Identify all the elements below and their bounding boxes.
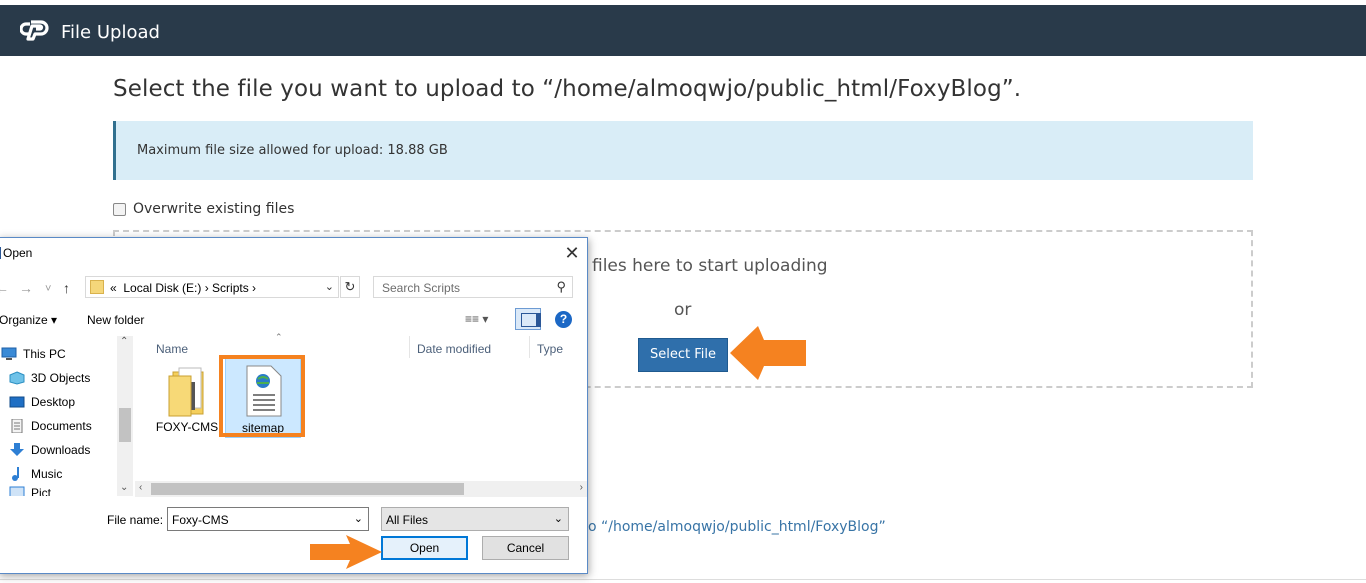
- nav-label: Desktop: [31, 395, 76, 409]
- up-arrow-icon[interactable]: ↑: [63, 279, 70, 297]
- nav-item-downloads[interactable]: Downloads: [9, 440, 90, 460]
- column-header-date[interactable]: Date modified: [417, 342, 491, 356]
- breadcrumb-overflow[interactable]: «: [110, 281, 117, 295]
- overwrite-checkbox[interactable]: [113, 202, 126, 216]
- nav-label: This PC: [23, 347, 66, 361]
- annotation-arrow-icon: [730, 326, 806, 380]
- nav-label: Music: [31, 467, 63, 481]
- open-button[interactable]: Open: [381, 536, 468, 560]
- nav-item-pictures[interactable]: Pict: [9, 486, 51, 496]
- file-type-value: All Files: [386, 513, 429, 527]
- column-header-type[interactable]: Type: [537, 342, 563, 356]
- annotation-arrow-icon: [310, 535, 382, 569]
- nav-label: 3D Objects: [31, 371, 91, 385]
- scroll-down-icon[interactable]: ⌄: [120, 482, 128, 493]
- file-item-foxy-cms[interactable]: FOXY-CMS: [149, 358, 225, 438]
- new-folder-button[interactable]: New folder: [87, 313, 144, 327]
- breadcrumb[interactable]: « Local Disk (E:) › Scripts ›: [110, 281, 256, 295]
- file-type-select[interactable]: All Files ⌄: [381, 507, 569, 531]
- file-name-field[interactable]: Foxy-CMS ⌄: [167, 507, 369, 531]
- upload-headline: Select the file you want to upload to “/…: [113, 76, 1022, 102]
- column-header-name[interactable]: Name: [156, 342, 188, 356]
- picture-icon: [9, 486, 25, 496]
- file-name-value[interactable]: Foxy-CMS: [172, 513, 229, 527]
- sort-caret-icon: ⌃: [275, 332, 283, 342]
- search-input[interactable]: Search Scripts ⚲: [373, 276, 573, 298]
- download-icon: [10, 443, 24, 456]
- search-icon[interactable]: ⚲: [556, 279, 566, 295]
- max-size-alert: Maximum file size allowed for upload: 18…: [113, 121, 1253, 180]
- page-title: File Upload: [61, 22, 160, 43]
- refresh-icon[interactable]: ↻: [340, 276, 360, 298]
- folder-icon: [90, 280, 104, 294]
- file-label: FOXY-CMS: [155, 420, 219, 434]
- nav-item-3d-objects[interactable]: 3D Objects: [9, 368, 90, 388]
- document-icon: [11, 419, 23, 433]
- overwrite-label: Overwrite existing files: [133, 201, 295, 217]
- recent-locations-icon[interactable]: ˅: [45, 280, 51, 298]
- back-link[interactable]: o “/home/almoqwjo/public_html/FoxyBlog”: [588, 519, 886, 535]
- select-file-button[interactable]: Select File: [638, 338, 728, 372]
- overwrite-option[interactable]: Overwrite existing files: [113, 201, 294, 217]
- divider: [0, 579, 1366, 580]
- navigation-pane: This PC 3D Objects Desktop Documents Dow…: [0, 336, 133, 496]
- file-list-scrollbar[interactable]: ‹ ›: [135, 481, 587, 497]
- dialog-title: Open: [3, 246, 33, 260]
- scroll-up-icon[interactable]: ⌃: [120, 336, 128, 347]
- top-header: File Upload: [0, 5, 1366, 56]
- nav-label: Downloads: [31, 443, 91, 457]
- address-bar[interactable]: « Local Disk (E:) › Scripts › ⌄: [85, 276, 339, 298]
- organize-menu[interactable]: Organize ▾: [0, 313, 57, 327]
- search-placeholder: Search Scripts: [382, 281, 461, 295]
- open-file-dialog: Open ✕ ← → ˅ ↑ « Local Disk (E:) › Scrip…: [0, 237, 588, 574]
- folder-icon: [168, 367, 204, 417]
- scroll-left-icon[interactable]: ‹: [139, 482, 142, 493]
- cube-icon: [9, 371, 25, 385]
- column-divider: [409, 336, 410, 358]
- nav-label: Pict: [31, 486, 52, 496]
- nav-item-documents[interactable]: Documents: [9, 416, 92, 436]
- scroll-right-icon[interactable]: ›: [580, 482, 583, 493]
- music-icon: [12, 467, 19, 481]
- cancel-button[interactable]: Cancel: [482, 536, 569, 560]
- breadcrumb-path[interactable]: Local Disk (E:) › Scripts ›: [123, 281, 256, 295]
- nav-item-this-pc[interactable]: This PC: [1, 344, 66, 364]
- drop-text: files here to start uploading: [592, 256, 828, 276]
- nav-label: Documents: [31, 419, 92, 433]
- pc-icon: [1, 347, 17, 360]
- forward-arrow-icon[interactable]: →: [19, 279, 33, 297]
- chevron-down-icon[interactable]: ⌄: [554, 512, 563, 525]
- nav-scrollbar[interactable]: ⌃ ⌄: [117, 336, 133, 496]
- desktop-icon: [9, 396, 25, 408]
- close-icon[interactable]: ✕: [561, 242, 583, 264]
- scrollbar-thumb[interactable]: [119, 408, 131, 442]
- nav-item-music[interactable]: Music: [9, 464, 62, 484]
- file-name-label: File name:: [107, 513, 164, 527]
- cpanel-logo-icon: [20, 20, 49, 41]
- max-size-text: Maximum file size allowed for upload: 18…: [137, 143, 448, 158]
- column-divider: [529, 336, 530, 358]
- nav-item-desktop[interactable]: Desktop: [9, 392, 75, 412]
- chevron-down-icon[interactable]: ⌄: [325, 280, 334, 293]
- or-text: or: [674, 300, 692, 320]
- back-arrow-icon[interactable]: ←: [0, 279, 9, 297]
- selection-highlight: [219, 355, 305, 437]
- help-icon[interactable]: ?: [555, 311, 572, 328]
- preview-pane-icon[interactable]: [515, 308, 541, 330]
- scrollbar-thumb[interactable]: [151, 483, 464, 495]
- view-options-icon[interactable]: ≡≡ ▾: [465, 312, 488, 326]
- dialog-app-icon: [0, 247, 1, 259]
- chevron-down-icon[interactable]: ⌄: [354, 512, 363, 525]
